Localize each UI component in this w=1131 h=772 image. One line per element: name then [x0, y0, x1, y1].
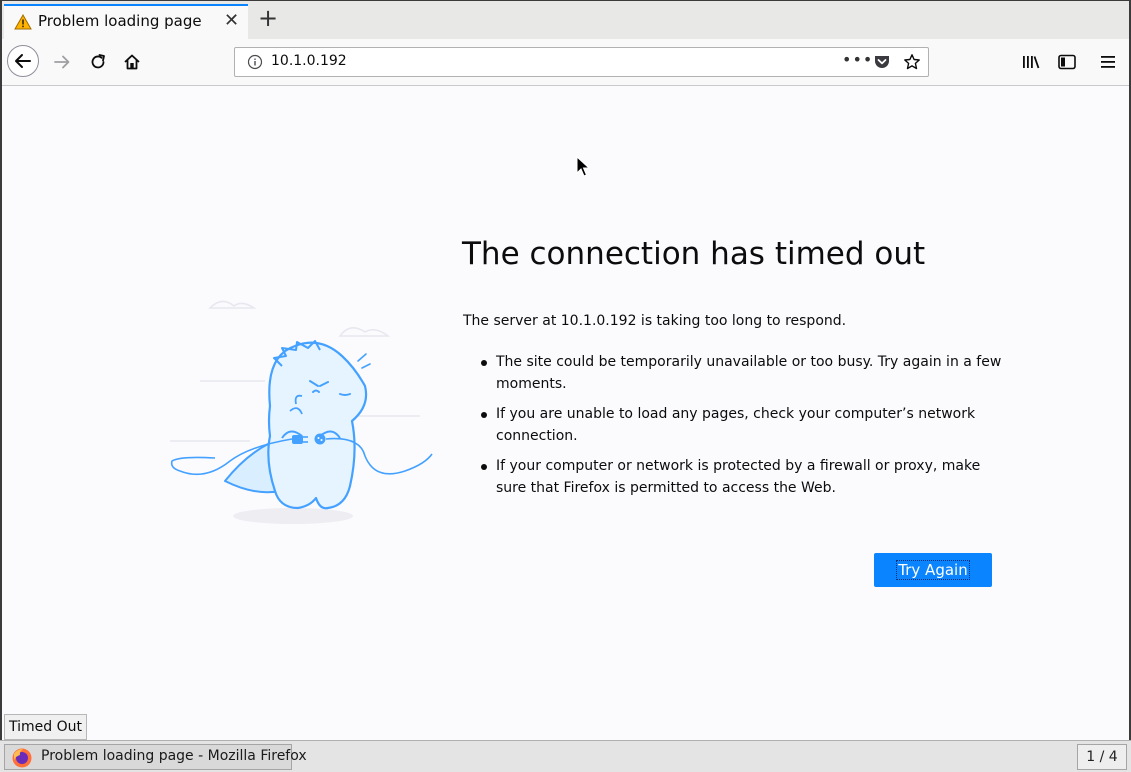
tab-problem-loading[interactable]: Problem loading page ✕ — [4, 4, 248, 39]
mouse-cursor-icon — [576, 156, 590, 177]
browser-window: Problem loading page ✕ + 10.1.0.192 ••• … — [0, 0, 1131, 740]
tab-strip: Problem loading page ✕ + — [2, 1, 1129, 39]
bullet-icon — [481, 412, 487, 418]
error-title: The connection has timed out — [462, 236, 926, 272]
hamburger-menu-icon[interactable] — [1099, 54, 1117, 70]
url-input[interactable] — [271, 53, 771, 69]
url-bar[interactable]: ••• — [234, 47, 929, 77]
back-button[interactable] — [7, 45, 39, 77]
navigation-toolbar: ••• — [2, 39, 1129, 86]
pocket-icon[interactable] — [873, 54, 891, 70]
taskbar: Problem loading page - Mozilla Firefox 1… — [0, 740, 1131, 772]
list-item: If you are unable to load any pages, che… — [463, 403, 1003, 447]
home-icon[interactable] — [122, 52, 142, 72]
tip-text: If you are unable to load any pages, che… — [496, 406, 976, 444]
firefox-icon — [12, 748, 32, 768]
bullet-icon — [481, 360, 487, 366]
tip-text: The site could be temporarily unavailabl… — [496, 354, 1002, 392]
reload-icon[interactable] — [88, 52, 108, 72]
try-again-button[interactable]: Try Again — [874, 553, 992, 587]
new-tab-icon[interactable]: + — [258, 6, 278, 30]
bookmark-star-icon[interactable] — [903, 53, 921, 71]
unplugged-dinosaur-illustration — [170, 300, 433, 524]
taskbar-window-title: Problem loading page - Mozilla Firefox — [41, 748, 307, 764]
workspace-switcher[interactable]: 1 / 4 — [1077, 744, 1127, 770]
tip-text: If your computer or network is protected… — [496, 458, 981, 496]
status-panel: Timed Out — [4, 714, 87, 740]
forward-arrow-icon[interactable] — [52, 53, 72, 71]
back-arrow-icon — [15, 54, 31, 68]
error-page: The connection has timed out The server … — [2, 86, 1129, 740]
error-description: The server at 10.1.0.192 is taking too l… — [463, 313, 847, 329]
list-item: The site could be temporarily unavailabl… — [463, 351, 1003, 395]
list-item: If your computer or network is protected… — [463, 455, 1003, 499]
close-tab-icon[interactable]: ✕ — [224, 11, 239, 31]
tab-title: Problem loading page — [38, 12, 202, 30]
try-again-label: Try Again — [896, 560, 970, 580]
warning-icon — [14, 14, 32, 30]
taskbar-window-button[interactable]: Problem loading page - Mozilla Firefox — [4, 744, 307, 770]
sidebar-icon[interactable] — [1057, 53, 1077, 71]
bullet-icon — [481, 464, 487, 470]
info-icon[interactable] — [247, 54, 263, 70]
page-actions-icon[interactable]: ••• — [842, 50, 873, 69]
library-icon[interactable] — [1021, 54, 1041, 70]
error-tips-list: The site could be temporarily unavailabl… — [463, 351, 1003, 507]
